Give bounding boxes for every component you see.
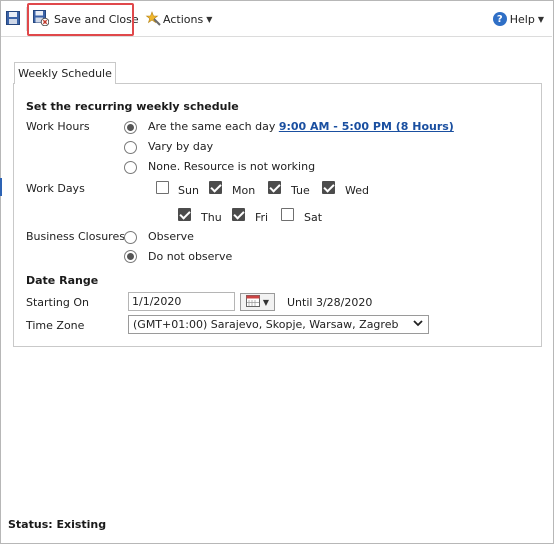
- work-days-label: Work Days: [26, 182, 85, 195]
- day-tue-label: Tue: [291, 184, 310, 197]
- help-menu-button[interactable]: ? Help ▼: [492, 8, 544, 30]
- tab-weekly-schedule[interactable]: Weekly Schedule: [14, 62, 116, 84]
- day-tue-checkbox[interactable]: [268, 181, 281, 194]
- day-mon-checkbox[interactable]: [209, 181, 222, 194]
- work-hours-vary-radio[interactable]: [124, 141, 137, 154]
- day-sun-label: Sun: [178, 184, 199, 197]
- time-zone-value: (GMT+01:00) Sarajevo, Skopje, Warsaw, Za…: [133, 318, 399, 331]
- closures-observe-radio[interactable]: [124, 231, 137, 244]
- actions-label: Actions: [163, 12, 204, 26]
- left-edge-accent: [0, 178, 2, 196]
- work-hours-same-text: Are the same each day: [148, 120, 276, 133]
- help-icon: ?: [492, 12, 507, 26]
- work-hours-same-radio[interactable]: [124, 121, 137, 134]
- day-sat-label: Sat: [304, 211, 323, 224]
- work-hours-label: Work Hours: [26, 120, 90, 133]
- day-sat-checkbox[interactable]: [281, 208, 294, 221]
- actions-icon: [145, 10, 161, 29]
- day-fri-label: Fri: [255, 211, 269, 224]
- save-icon[interactable]: [6, 11, 20, 25]
- day-wed-checkbox[interactable]: [322, 181, 335, 194]
- highlight-annotation: [27, 3, 134, 36]
- date-picker-button[interactable]: ▼: [240, 293, 275, 311]
- chevron-down-icon: ▼: [537, 14, 544, 24]
- work-hours-none-radio[interactable]: [124, 161, 137, 174]
- work-hours-same-option: Are the same each day 9:00 AM - 5:00 PM …: [148, 120, 454, 133]
- day-thu-checkbox[interactable]: [178, 208, 191, 221]
- calendar-icon: [245, 294, 260, 310]
- day-wed-label: Wed: [345, 184, 369, 197]
- day-sun-checkbox[interactable]: [156, 181, 169, 194]
- closures-observe-text: Observe: [148, 230, 194, 243]
- schedule-heading: Set the recurring weekly schedule: [26, 100, 239, 113]
- date-range-heading: Date Range: [26, 274, 99, 287]
- chevron-down-icon: [412, 317, 424, 332]
- closures-not-observe-text: Do not observe: [148, 250, 233, 263]
- help-label: Help: [509, 12, 535, 26]
- starting-on-label: Starting On: [26, 296, 90, 309]
- day-mon-label: Mon: [232, 184, 256, 197]
- actions-menu-button[interactable]: Actions ▼: [145, 8, 212, 30]
- work-hours-none-text: None. Resource is not working: [148, 160, 316, 173]
- time-zone-select[interactable]: (GMT+01:00) Sarajevo, Skopje, Warsaw, Za…: [128, 315, 429, 334]
- time-zone-label: Time Zone: [26, 319, 85, 332]
- business-closures-label: Business Closures: [26, 230, 125, 243]
- starting-on-input[interactable]: [128, 292, 235, 311]
- until-date-text: Until 3/28/2020: [287, 296, 373, 309]
- chevron-down-icon: ▼: [262, 297, 270, 307]
- closures-not-observe-radio[interactable]: [124, 250, 137, 263]
- day-fri-checkbox[interactable]: [232, 208, 245, 221]
- day-thu-label: Thu: [201, 211, 222, 224]
- work-hours-link[interactable]: 9:00 AM - 5:00 PM (8 Hours): [279, 120, 454, 133]
- work-hours-vary-text: Vary by day: [148, 140, 214, 153]
- status-text: Status: Existing: [8, 518, 107, 531]
- chevron-down-icon: ▼: [206, 14, 213, 24]
